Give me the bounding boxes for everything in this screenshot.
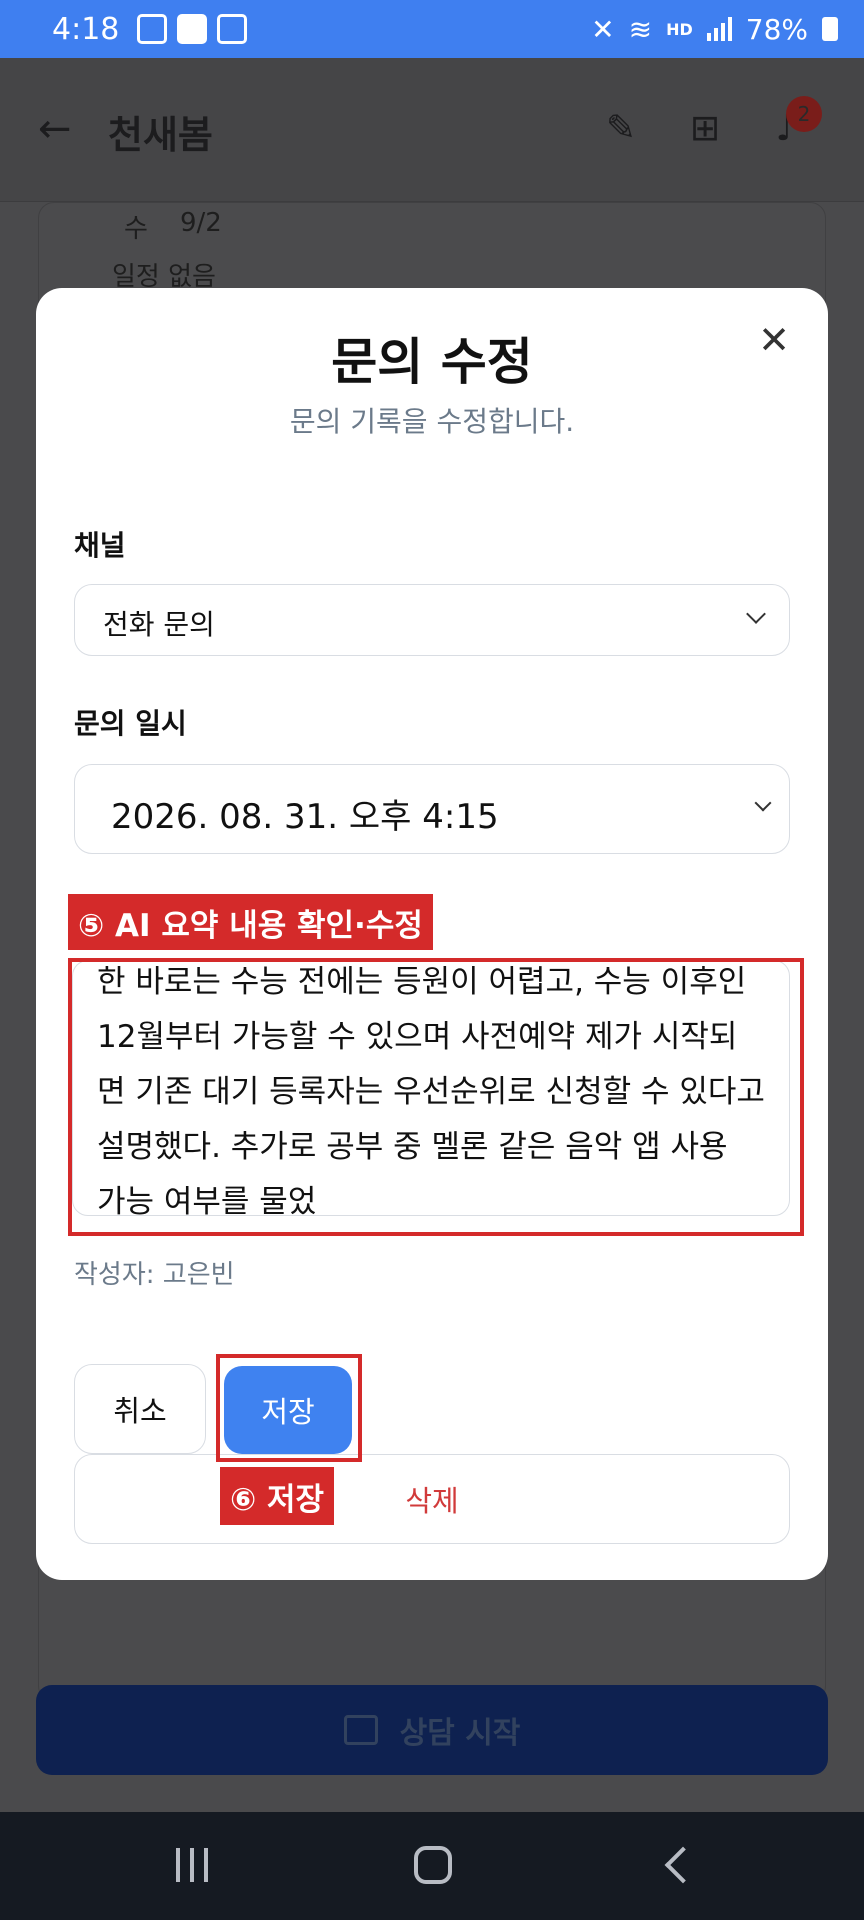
recent-apps-icon[interactable]	[176, 1848, 208, 1882]
app-header: ← 천새봄 ✎ ⊞ ♪ 2	[0, 58, 864, 202]
mute-icon: ✕	[591, 12, 615, 46]
schedule-date: 9/2	[180, 208, 222, 238]
channel-select[interactable]: 전화 문의	[74, 584, 790, 656]
channel-value: 전화 문의	[103, 608, 215, 641]
hd-voice-icon: HD	[666, 19, 693, 39]
step6-annotation-label: ⑥ 저장	[220, 1467, 335, 1525]
status-bar: 4:18 ✕ ≋ HD 78%	[0, 0, 864, 58]
chat-icon	[343, 1715, 378, 1745]
voicemail-icon	[217, 14, 248, 44]
back-arrow-icon[interactable]: ←	[38, 106, 72, 152]
author-text: 작성자: 고은빈	[74, 1260, 235, 1290]
datetime-picker[interactable]: 2026. 08. 31. 오후 4:15	[74, 764, 790, 854]
start-consult-label: 상담 시작	[399, 1716, 521, 1751]
chevron-down-icon	[754, 794, 772, 812]
close-icon[interactable]: ✕	[754, 320, 794, 360]
step6-annotation-box	[216, 1354, 362, 1462]
delete-button[interactable]: 삭제	[74, 1454, 790, 1544]
notification-badge: 2	[786, 96, 822, 132]
notification-icons	[137, 14, 248, 44]
system-nav-bar	[0, 1812, 864, 1920]
step5-annotation-label: ⑤ AI 요약 내용 확인·수정	[68, 894, 433, 950]
modal-title: 문의 수정	[331, 333, 533, 391]
call-icon	[177, 14, 208, 44]
signal-icon	[706, 17, 732, 41]
home-icon[interactable]	[414, 1846, 452, 1884]
back-icon[interactable]	[664, 1846, 702, 1884]
add-comment-icon[interactable]: ⊞	[684, 108, 726, 150]
start-consult-button[interactable]: 상담 시작	[36, 1685, 828, 1775]
cancel-button[interactable]: 취소	[74, 1364, 206, 1454]
battery-percent: 78%	[745, 12, 808, 46]
schedule-day: 수	[124, 214, 148, 244]
chevron-down-icon	[746, 604, 766, 624]
step5-annotation-box	[68, 958, 804, 1236]
wifi-icon: ≋	[628, 12, 653, 46]
datetime-label: 문의 일시	[74, 707, 187, 740]
battery-icon	[822, 17, 838, 41]
datetime-value: 2026. 08. 31. 오후 4:15	[111, 797, 499, 837]
status-time: 4:18	[52, 11, 120, 47]
channel-label: 채널	[74, 529, 126, 562]
page-title: 천새봄	[108, 113, 213, 157]
edit-icon[interactable]: ✎	[600, 108, 642, 150]
modal-subtitle: 문의 기록을 수정합니다.	[289, 405, 575, 438]
gallery-icon	[137, 14, 168, 44]
